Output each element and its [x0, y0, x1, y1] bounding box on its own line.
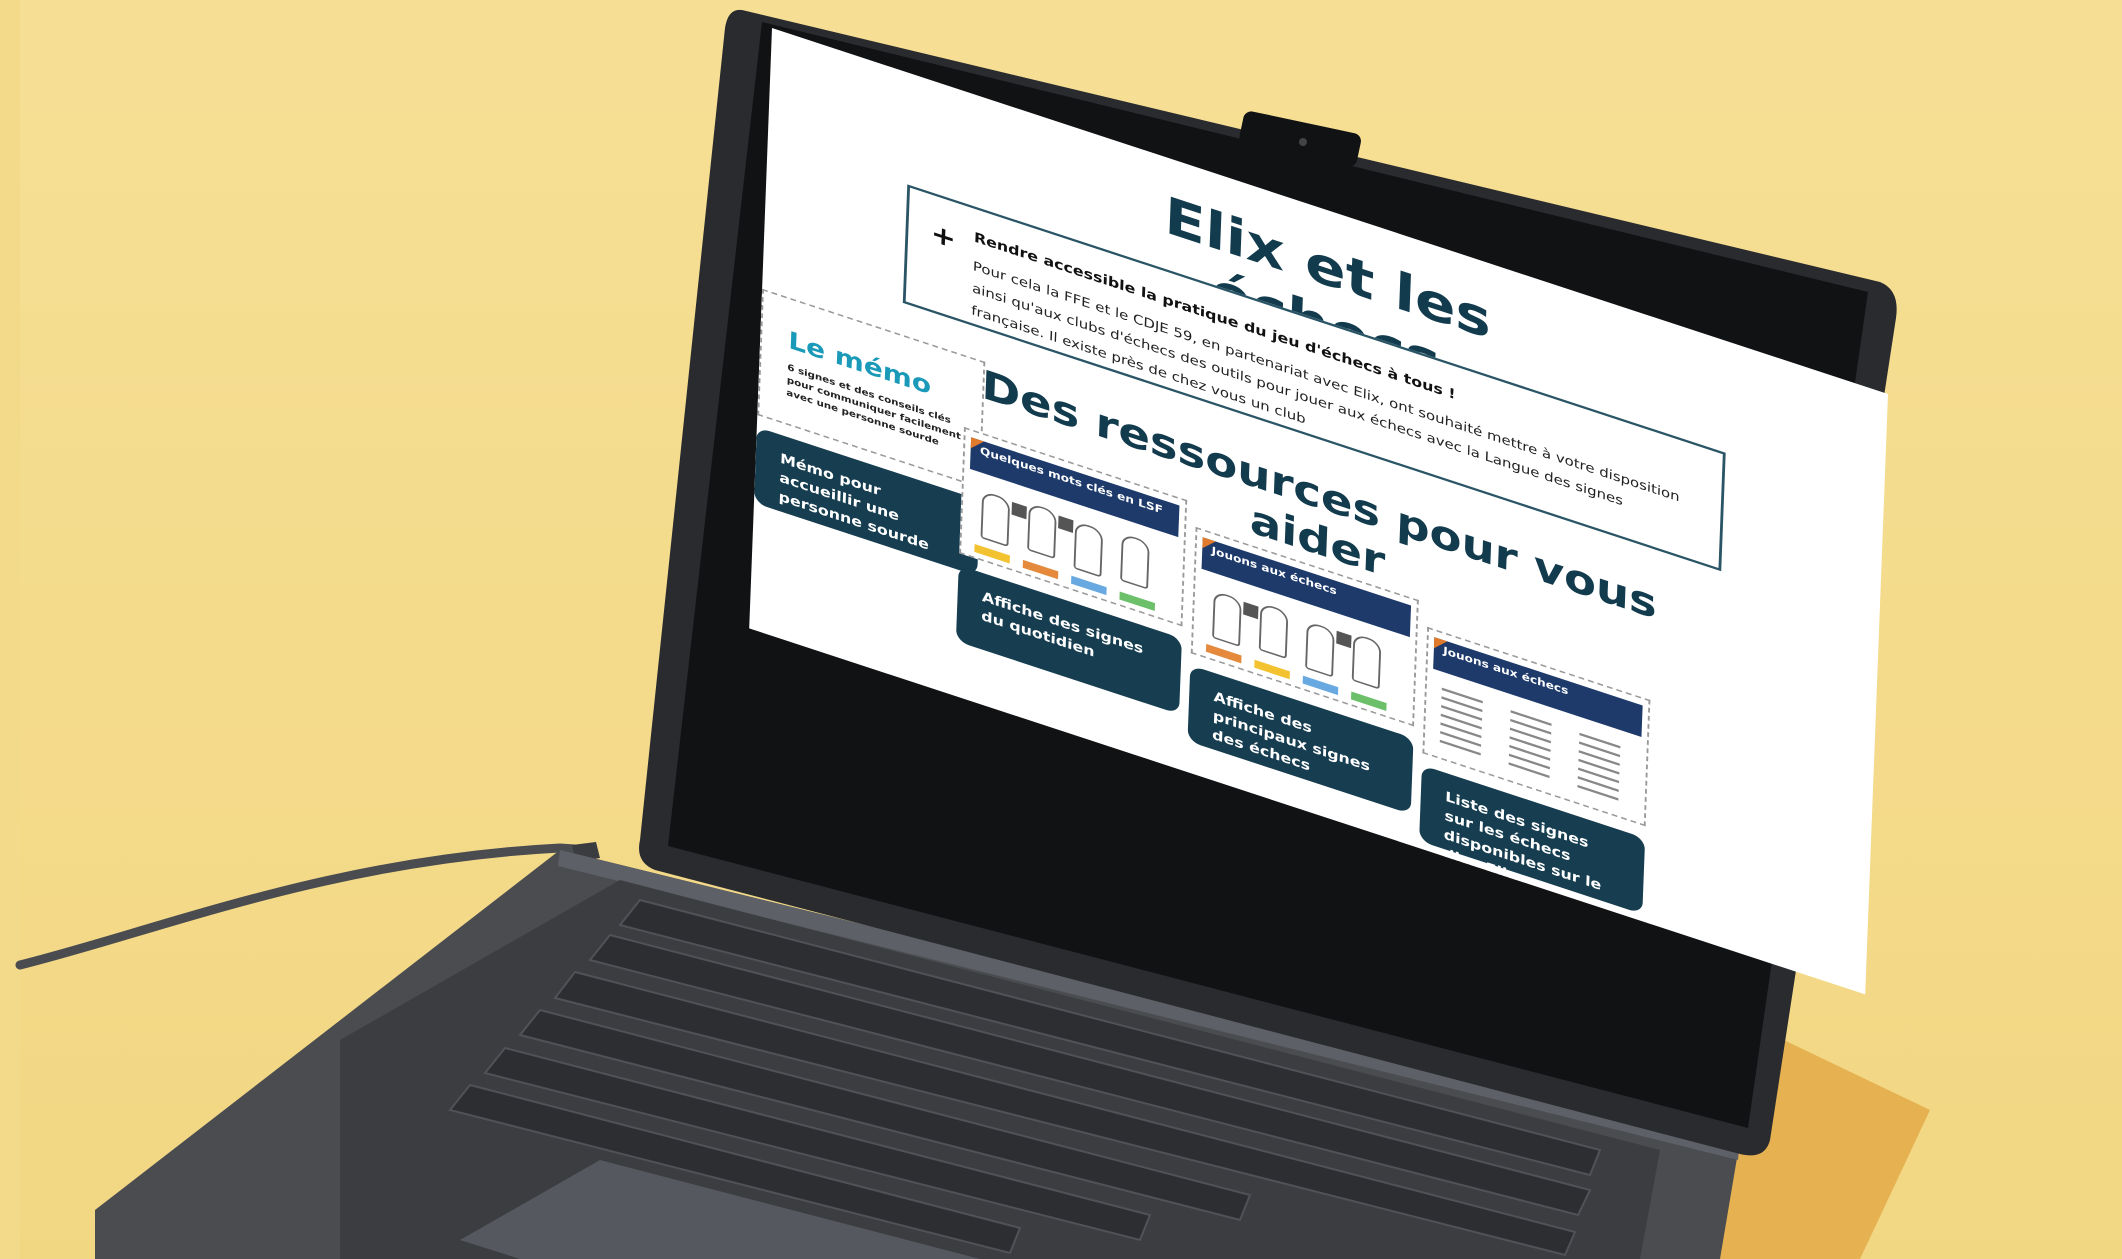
signer-figure	[980, 490, 1011, 548]
qr-code-icon	[1243, 601, 1259, 620]
signs-list-column	[1577, 726, 1635, 811]
label-tag	[1022, 559, 1059, 580]
signer-figure	[1351, 633, 1382, 690]
qr-code-icon	[1058, 515, 1074, 534]
label-tag	[1254, 659, 1290, 680]
label-tag	[1205, 643, 1242, 664]
label-tag	[1351, 691, 1387, 711]
signs-list-column	[1508, 704, 1566, 789]
label-tag	[1302, 675, 1339, 696]
signer-figure	[1027, 502, 1057, 560]
qr-code-icon	[1011, 501, 1027, 520]
plus-icon[interactable]: +	[930, 217, 956, 255]
signer-figure	[1212, 590, 1242, 647]
label-tag	[974, 543, 1010, 564]
label-tag	[1071, 575, 1107, 596]
qr-code-icon	[1336, 630, 1352, 649]
signs-list-column	[1439, 681, 1498, 766]
signer-figure	[1305, 620, 1335, 678]
illustration-scene: Elix et les échecs + Rendre accessible l…	[0, 0, 2122, 1259]
signer-figure	[1120, 533, 1150, 590]
signer-figure	[1258, 602, 1289, 660]
label-tag	[1119, 591, 1156, 612]
signer-figure	[1073, 520, 1104, 578]
